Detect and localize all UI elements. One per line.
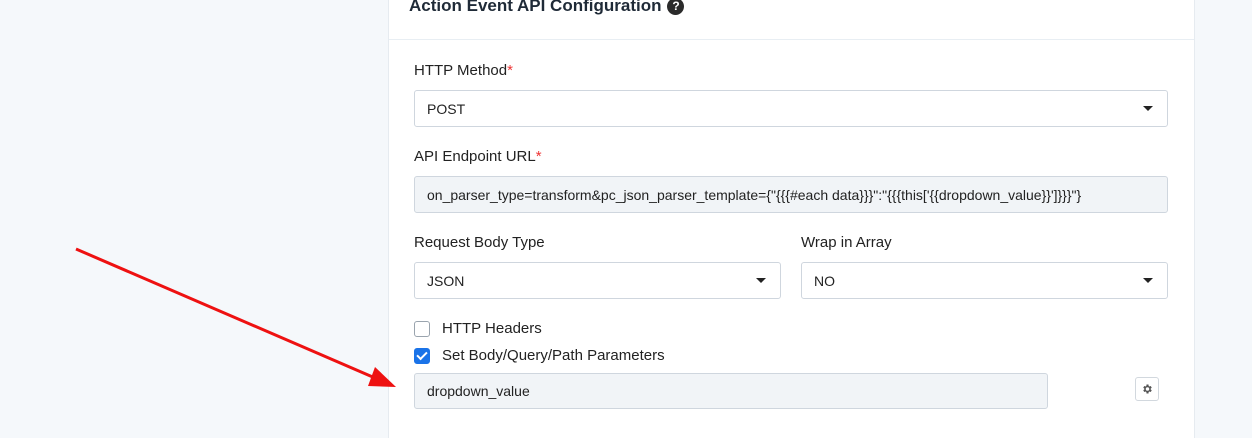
http-method-value: POST (427, 100, 466, 117)
card-title: Action Event API Configuration ? (409, 0, 685, 16)
api-endpoint-label: API Endpoint URL* (414, 148, 542, 165)
http-method-label: HTTP Method* (414, 62, 513, 79)
param-key-value: dropdown_value (427, 383, 530, 399)
card-title-text: Action Event API Configuration (409, 0, 662, 15)
question-circle-icon[interactable]: ? (667, 0, 685, 15)
http-method-label-text: HTTP Method (414, 62, 508, 79)
http-method-select[interactable]: POST (414, 90, 1168, 127)
caret-down-icon (1143, 278, 1153, 283)
api-config-card: Action Event API Configuration ? HTTP Me… (388, 0, 1195, 438)
set-params-checkbox[interactable] (414, 347, 430, 364)
gear-icon (1143, 384, 1152, 394)
request-body-type-value: JSON (427, 272, 465, 289)
caret-down-icon (756, 278, 766, 283)
arrow-shaft (75, 247, 383, 383)
wrap-in-array-label: Wrap in Array (801, 234, 892, 251)
set-params-label: Set Body/Query/Path Parameters (442, 347, 665, 364)
request-body-type-label: Request Body Type (414, 234, 545, 251)
http-headers-label: HTTP Headers (442, 320, 542, 337)
http-headers-checkbox[interactable] (414, 320, 430, 337)
set-params-row[interactable]: Set Body/Query/Path Parameters (414, 347, 665, 364)
required-mark: * (507, 62, 513, 79)
api-endpoint-label-text: API Endpoint URL (414, 148, 536, 165)
card-header: Action Event API Configuration ? (389, 0, 1194, 40)
param-key-input[interactable]: dropdown_value (414, 373, 1048, 409)
wrap-in-array-value: NO (814, 272, 835, 289)
gear-button[interactable] (1135, 377, 1159, 401)
caret-down-icon (1143, 106, 1153, 111)
wrap-in-array-select[interactable]: NO (801, 262, 1168, 299)
api-endpoint-value: on_parser_type=transform&pc_json_parser_… (427, 186, 1082, 203)
http-headers-row[interactable]: HTTP Headers (414, 320, 542, 337)
required-mark: * (535, 148, 542, 165)
api-endpoint-input[interactable]: on_parser_type=transform&pc_json_parser_… (414, 176, 1168, 213)
request-body-type-select[interactable]: JSON (414, 262, 781, 299)
